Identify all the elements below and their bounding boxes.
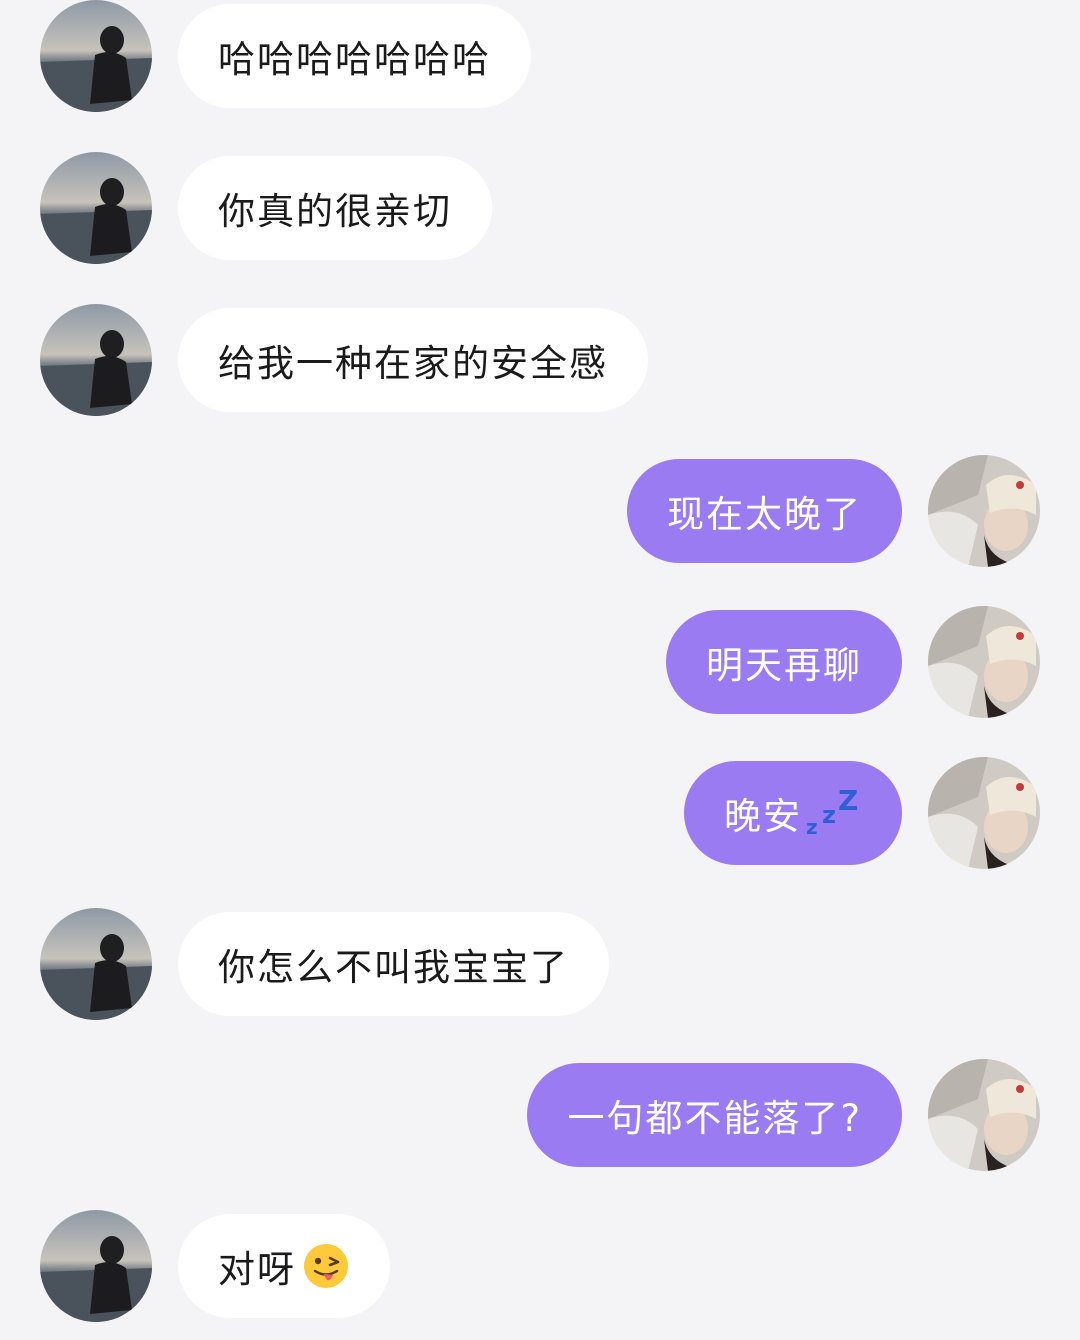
sleeping-zzz-icon: zzZ — [806, 784, 861, 839]
user-avatar[interactable] — [928, 757, 1040, 869]
message-text: 明天再聊 — [706, 644, 862, 687]
message-text: 你怎么不叫我宝宝了 — [218, 946, 569, 989]
message-bubble[interactable]: 晚安 zzZ — [684, 761, 902, 865]
message-bubble[interactable]: 明天再聊 — [666, 610, 902, 714]
message-text: 现在太晚了 — [667, 493, 862, 536]
message-row-outgoing: 明天再聊 — [0, 606, 1080, 718]
contact-avatar[interactable] — [40, 1210, 152, 1322]
user-avatar[interactable] — [928, 455, 1040, 567]
message-text: 给我一种在家的安全感 — [218, 342, 608, 385]
message-row-outgoing: 现在太晚了 — [0, 455, 1080, 567]
message-row-outgoing: 晚安 zzZ — [0, 757, 1080, 869]
message-text: 一句都不能落了? — [567, 1097, 862, 1140]
message-bubble[interactable]: 哈哈哈哈哈哈哈 — [178, 4, 531, 108]
message-bubble[interactable]: 对呀 — [178, 1214, 390, 1318]
message-bubble[interactable]: 你真的很亲切 — [178, 156, 492, 260]
user-avatar[interactable] — [928, 1059, 1040, 1171]
message-row-incoming: 哈哈哈哈哈哈哈 — [0, 0, 1080, 112]
message-bubble[interactable]: 给我一种在家的安全感 — [178, 308, 648, 412]
contact-avatar[interactable] — [40, 908, 152, 1020]
message-text: 晚安 — [724, 795, 802, 838]
user-avatar[interactable] — [928, 606, 1040, 718]
message-row-incoming: 你怎么不叫我宝宝了 — [0, 908, 1080, 1020]
message-bubble[interactable]: 一句都不能落了? — [527, 1063, 902, 1167]
contact-avatar[interactable] — [40, 0, 152, 112]
message-row-incoming: 对呀 — [0, 1210, 1080, 1322]
winking-tongue-emoji-icon — [304, 1244, 348, 1288]
message-bubble[interactable]: 你怎么不叫我宝宝了 — [178, 912, 609, 1016]
message-bubble[interactable]: 现在太晚了 — [627, 459, 902, 563]
message-row-incoming: 给我一种在家的安全感 — [0, 304, 1080, 416]
message-row-outgoing: 一句都不能落了? — [0, 1059, 1080, 1171]
message-text: 对呀 — [218, 1248, 296, 1291]
contact-avatar[interactable] — [40, 304, 152, 416]
message-text: 哈哈哈哈哈哈哈 — [218, 38, 491, 81]
chat-thread: 哈哈哈哈哈哈哈 你真的很亲切 给我一种在家的安全感 现在太晚了 明天再聊 晚安 … — [0, 0, 1080, 1340]
contact-avatar[interactable] — [40, 152, 152, 264]
message-text: 你真的很亲切 — [218, 190, 452, 233]
message-row-incoming: 你真的很亲切 — [0, 152, 1080, 264]
